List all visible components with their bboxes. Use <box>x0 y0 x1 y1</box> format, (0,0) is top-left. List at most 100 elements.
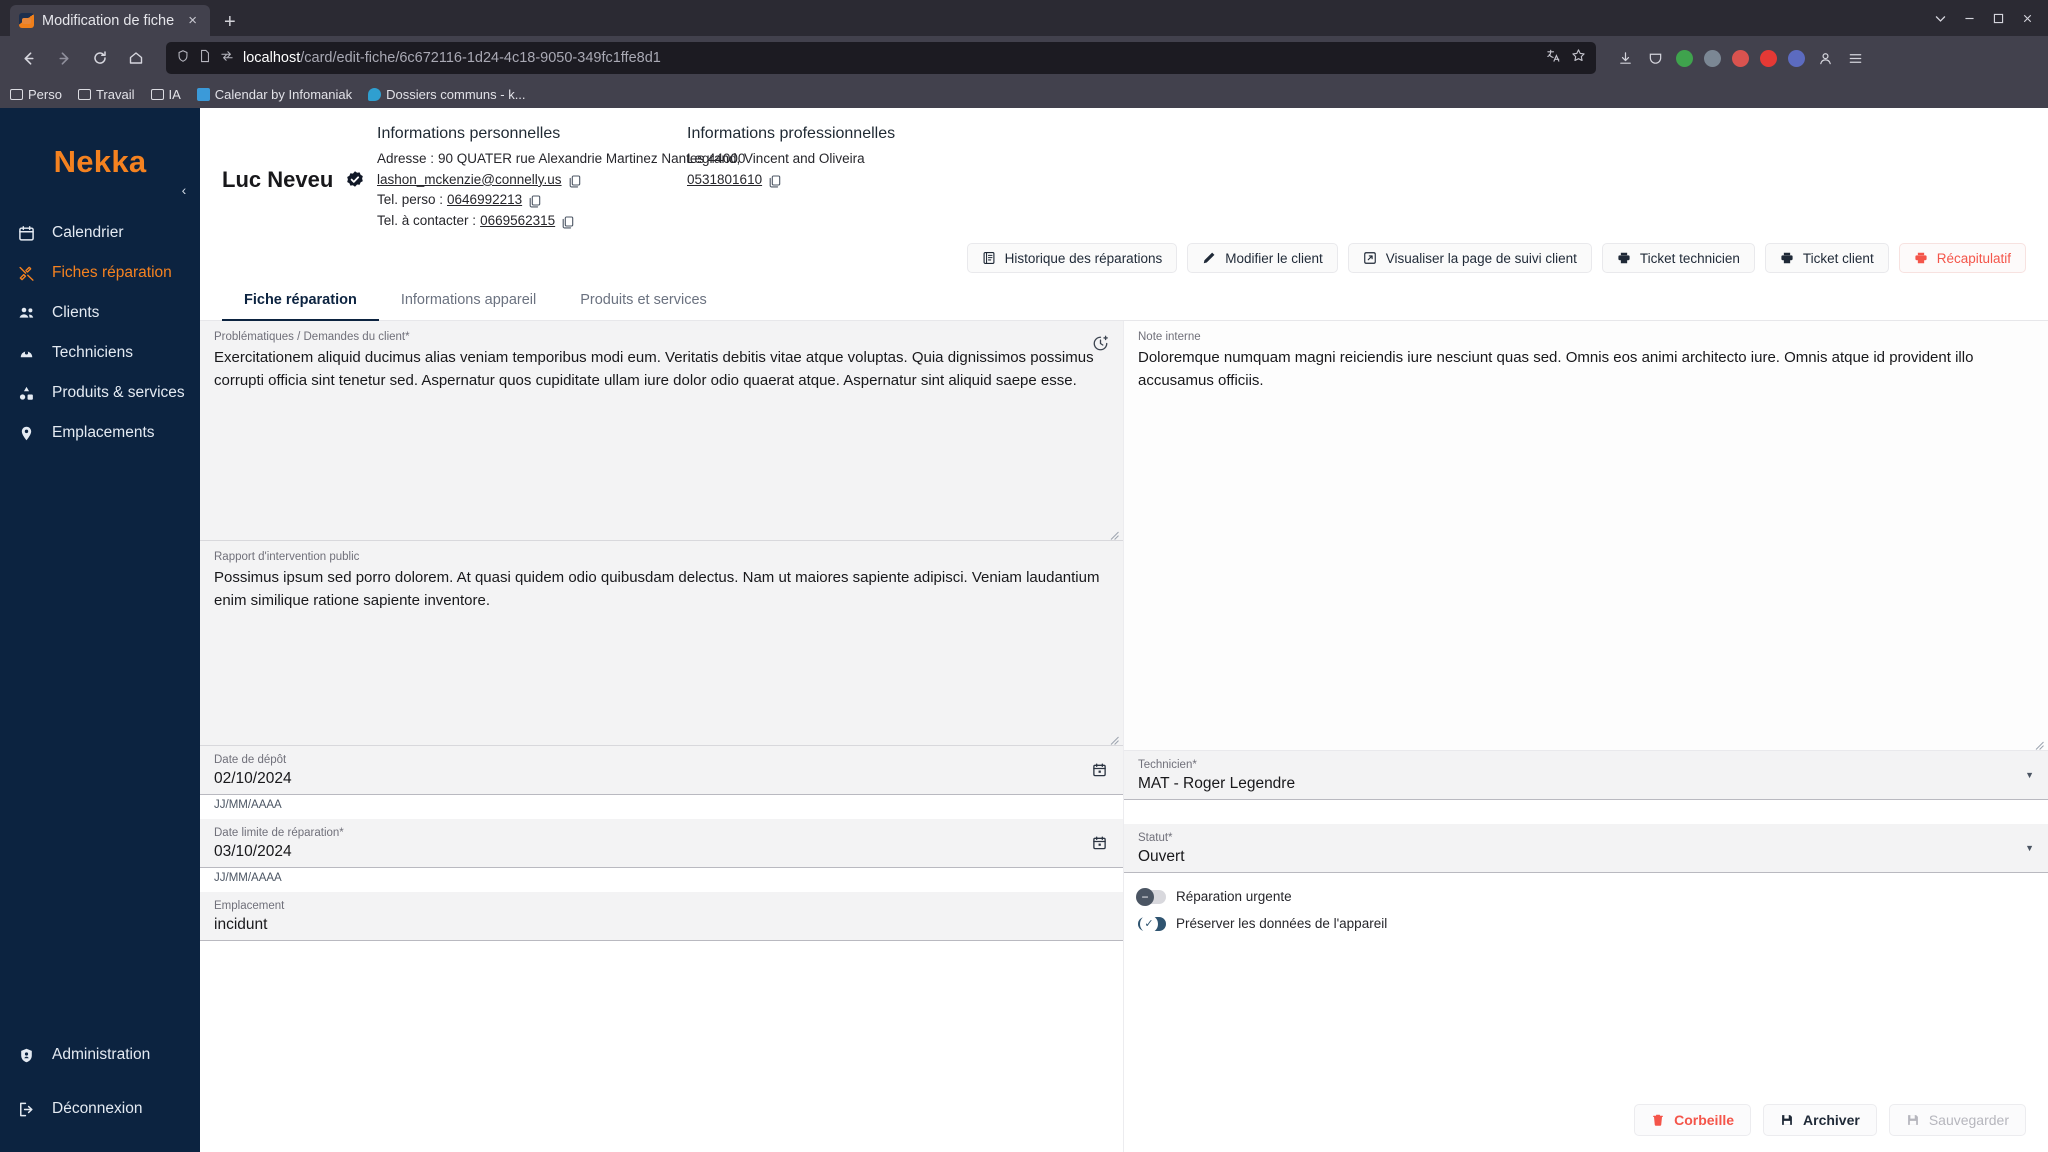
problemes-textarea[interactable]: Problématiques / Demandes du client* Exe… <box>200 321 1123 542</box>
list-all-tabs-icon[interactable] <box>1934 12 1947 30</box>
sidebar-item-techniciens[interactable]: Techniciens <box>0 334 200 372</box>
ticket-client-button[interactable]: Ticket client <box>1764 243 1889 274</box>
calendar-picker-icon[interactable] <box>1092 836 1107 851</box>
sidebar-item-clients[interactable]: Clients <box>0 294 200 332</box>
client-address-label: Adresse : <box>377 151 435 167</box>
reload-icon[interactable] <box>84 42 116 74</box>
pocket-icon[interactable] <box>1646 49 1665 68</box>
minimize-icon[interactable] <box>1963 12 1976 30</box>
tab-produits-et-services[interactable]: Produits et services <box>558 283 729 321</box>
new-tab-button[interactable]: + <box>210 12 250 36</box>
button-label: Ticket technicien <box>1639 250 1740 266</box>
page-info-icon[interactable] <box>199 49 211 68</box>
button-label: Historique des réparations <box>1004 250 1163 266</box>
chevron-down-icon[interactable]: ▼ <box>2025 770 2034 780</box>
back-icon[interactable] <box>12 42 44 74</box>
account-icon[interactable] <box>1816 49 1835 68</box>
resize-handle[interactable] <box>1110 732 1119 746</box>
sidebar-item-emplacements[interactable]: Emplacements <box>0 414 200 452</box>
translate-page-icon[interactable] <box>1546 48 1561 68</box>
copy-icon[interactable] <box>569 174 581 188</box>
archiver-button[interactable]: Archiver <box>1763 1104 1877 1136</box>
statut-select[interactable]: Statut* Ouvert ▼ <box>1124 824 2048 874</box>
folder-icon <box>150 88 164 100</box>
sidebar-item-label: Fiches réparation <box>52 264 172 281</box>
sauvegarder-button[interactable]: Sauvegarder <box>1888 1104 2026 1136</box>
browser-tab[interactable]: Modification de fiche × <box>10 5 210 36</box>
button-label: Corbeille <box>1674 1112 1735 1128</box>
bookmark-ia[interactable]: IA <box>150 87 181 102</box>
sidebar-item-label: Produits & services <box>52 384 185 401</box>
button-label: Archiver <box>1803 1112 1860 1128</box>
sidebar-item-deconnexion[interactable]: Déconnexion <box>0 1090 200 1128</box>
client-email-value[interactable]: lashon_mckenzie@connelly.us <box>377 170 562 191</box>
company-phone-value[interactable]: 0531801610 <box>687 170 762 191</box>
copy-icon[interactable] <box>769 174 781 188</box>
corbeille-button[interactable]: Corbeille <box>1634 1104 1752 1136</box>
rapport-public-textarea[interactable]: Rapport d'intervention public Possimus i… <box>200 541 1123 747</box>
content-tabs: Fiche réparation Informations appareil P… <box>200 273 2048 322</box>
ticket-technicien-button[interactable]: Ticket technicien <box>1601 243 1755 274</box>
resize-handle[interactable] <box>2035 737 2044 751</box>
sidebar-item-produits-services[interactable]: Produits & services <box>0 374 200 412</box>
shield-protection-icon[interactable] <box>176 49 190 68</box>
reparation-urgente-row[interactable]: − Réparation urgente <box>1136 887 2034 906</box>
client-phone-perso-value[interactable]: 0646992213 <box>447 190 522 211</box>
client-phone-contact-value[interactable]: 0669562315 <box>480 211 555 232</box>
date-limite-hint: JJ/MM/AAAA <box>214 872 282 885</box>
date-limite-field[interactable]: Date limite de réparation* 03/10/2024 <box>200 819 1123 869</box>
note-interne-textarea[interactable]: Note interne Doloremque numquam magni re… <box>1124 321 2048 752</box>
sidebar-nav: Calendrier Fiches réparation Clients Tec… <box>0 214 200 452</box>
downloads-icon[interactable] <box>1616 49 1635 68</box>
sidebar-item-calendrier[interactable]: Calendrier <box>0 214 200 252</box>
chevron-down-icon[interactable]: ▼ <box>2025 843 2034 853</box>
historique-reparations-button[interactable]: Historique des réparations <box>966 243 1178 274</box>
tab-informations-appareil[interactable]: Informations appareil <box>379 283 558 321</box>
bookmark-star-icon[interactable] <box>1571 48 1586 68</box>
preserver-donnees-row[interactable]: ✓ Préserver les données de l'appareil <box>1138 914 2034 933</box>
extension-icon-2[interactable] <box>1732 49 1749 67</box>
url-bar[interactable]: localhost/card/edit-fiche/6c672116-1d24-… <box>166 42 1596 74</box>
extension-icon-3[interactable] <box>1760 49 1777 67</box>
button-label: Ticket client <box>1802 250 1874 266</box>
preserver-donnees-toggle[interactable]: ✓ <box>1138 914 1166 933</box>
bookmark-perso[interactable]: Perso <box>10 87 62 102</box>
bookmark-travail[interactable]: Travail <box>77 87 135 102</box>
sidebar-collapse-button[interactable]: ‹ <box>174 180 194 200</box>
history-clock-icon[interactable] <box>1092 335 1109 352</box>
client-address-row: Adresse : 90 QUATER rue Alexandrie Marti… <box>377 149 745 170</box>
rapport-public-value: Possimus ipsum sed porro dolorem. At qua… <box>214 569 1100 609</box>
bookmark-dossiers[interactable]: Dossiers communs - k... <box>368 87 526 102</box>
visualiser-suivi-client-button[interactable]: Visualiser la page de suivi client <box>1347 243 1592 274</box>
button-label: Récapitulatif <box>1936 250 2011 266</box>
bookmark-calendar[interactable]: Calendar by Infomaniak <box>196 87 352 102</box>
maximize-icon[interactable] <box>1992 12 2005 30</box>
window-close-icon[interactable] <box>2021 12 2034 30</box>
modifier-client-button[interactable]: Modifier le client <box>1187 243 1338 274</box>
date-limite-label: Date limite de réparation* <box>214 827 344 840</box>
reparation-urgente-toggle[interactable]: − <box>1136 887 1166 906</box>
forward-icon[interactable] <box>48 42 80 74</box>
sidebar-item-fiches-reparation[interactable]: Fiches réparation <box>0 254 200 292</box>
extension-icon-1[interactable] <box>1704 49 1721 67</box>
url-text[interactable]: localhost/card/edit-fiche/6c672116-1d24-… <box>243 50 1537 66</box>
products-icon <box>17 385 36 402</box>
recapitulatif-button[interactable]: Récapitulatif <box>1898 243 2026 274</box>
calendar-picker-icon[interactable] <box>1092 763 1107 778</box>
translate-reader-icon[interactable] <box>220 49 234 67</box>
copy-icon[interactable] <box>529 194 541 208</box>
tab-fiche-reparation[interactable]: Fiche réparation <box>222 283 379 322</box>
sidebar-item-administration[interactable]: Administration <box>0 1036 200 1074</box>
date-depot-field[interactable]: Date de dépôt 02/10/2024 <box>200 746 1123 796</box>
technicien-select[interactable]: Technicien* MAT - Roger Legendre ▼ <box>1124 751 2048 801</box>
professional-information: Informations professionnelles Legrand, V… <box>687 122 987 231</box>
date-depot-label: Date de dépôt <box>214 754 287 767</box>
copy-icon[interactable] <box>562 215 574 229</box>
home-icon[interactable] <box>120 42 152 74</box>
hamburger-menu-icon[interactable] <box>1846 49 1865 68</box>
extension-icon-4[interactable] <box>1788 49 1805 67</box>
avatar-extension-icon[interactable] <box>1676 49 1693 67</box>
resize-handle[interactable] <box>1110 527 1119 541</box>
close-icon[interactable]: × <box>184 11 201 30</box>
emplacement-field[interactable]: Emplacement incidunt <box>200 892 1123 942</box>
